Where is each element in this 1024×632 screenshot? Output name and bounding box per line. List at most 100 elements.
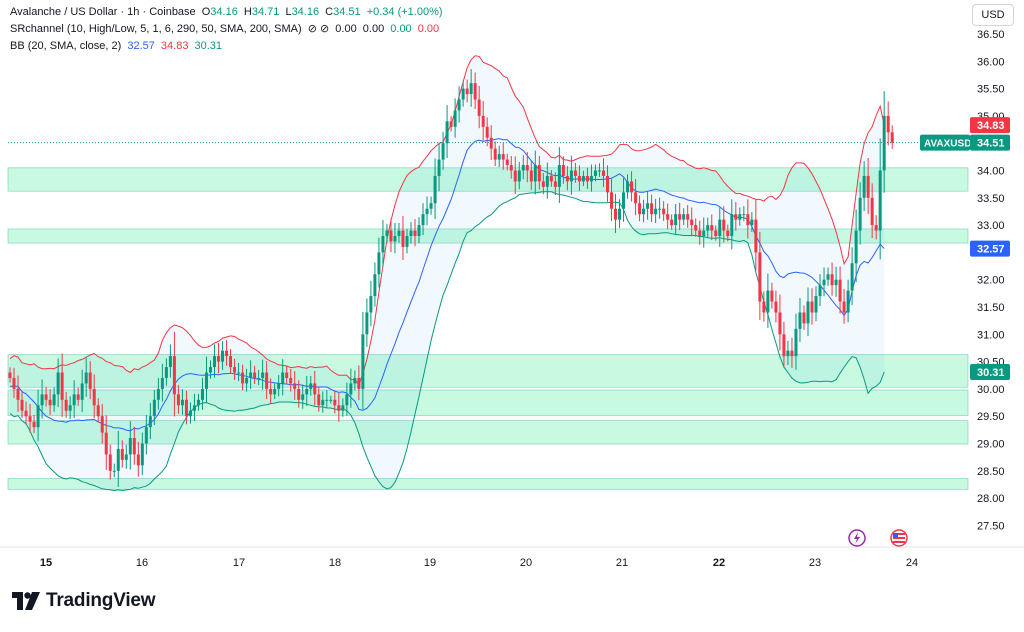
candle-body bbox=[742, 214, 746, 216]
candle-body bbox=[337, 405, 341, 411]
candle-body bbox=[164, 367, 168, 378]
candle-body bbox=[866, 175, 870, 198]
candle-body bbox=[88, 372, 92, 389]
candle-body bbox=[8, 372, 12, 378]
candle-body bbox=[686, 214, 690, 220]
candle-body bbox=[597, 170, 601, 172]
candle-body bbox=[862, 175, 866, 198]
legend-bb-lower: 30.31 bbox=[194, 40, 223, 52]
candle-body bbox=[269, 388, 273, 395]
legend-h-label: H bbox=[243, 6, 252, 18]
candle-body bbox=[325, 399, 329, 401]
x-tick-label: 18 bbox=[329, 557, 341, 569]
candle bbox=[369, 280, 373, 327]
candle-body bbox=[650, 203, 654, 215]
candle-body bbox=[365, 312, 369, 335]
candle-body bbox=[421, 214, 425, 226]
candle-body bbox=[810, 301, 814, 313]
chart-legend: Avalanche / US Dollar · 1h · Coinbase O3… bbox=[10, 4, 446, 55]
legend-bb-basis: 32.57 bbox=[127, 40, 155, 52]
candle-body bbox=[40, 394, 44, 406]
candle-body bbox=[441, 143, 445, 160]
candle-body bbox=[297, 388, 301, 400]
candle-body bbox=[758, 252, 762, 302]
price-tag-2: 32.57 bbox=[970, 240, 1010, 257]
candle-body bbox=[738, 214, 742, 220]
chart-area[interactable]: 36.5036.0035.5035.0034.5034.0033.5033.00… bbox=[0, 0, 1024, 627]
candle-body bbox=[16, 388, 20, 400]
currency-button[interactable]: USD bbox=[972, 4, 1014, 26]
candle-body bbox=[217, 356, 221, 362]
candle-body bbox=[160, 377, 164, 389]
candle-body bbox=[200, 388, 204, 400]
tradingview-logo[interactable]: TradingView bbox=[12, 588, 156, 614]
y-tick-label: 33.00 bbox=[977, 220, 1005, 232]
candle-body bbox=[646, 203, 650, 209]
x-tick-label: 15 bbox=[40, 557, 52, 569]
x-tick-label: 20 bbox=[520, 557, 532, 569]
candle-body bbox=[798, 312, 802, 329]
candle-body bbox=[285, 372, 289, 378]
candle-body bbox=[826, 274, 830, 280]
candle-body bbox=[253, 372, 257, 378]
candle-body bbox=[281, 372, 285, 384]
candle-body bbox=[92, 388, 96, 406]
candle-body bbox=[589, 175, 593, 182]
candle-body bbox=[473, 83, 477, 100]
candle-body bbox=[100, 416, 104, 433]
candle-body bbox=[80, 383, 84, 400]
candle-body bbox=[489, 137, 493, 149]
candle-body bbox=[782, 334, 786, 357]
legend-bb-title: BB (20, SMA, close, 2) bbox=[10, 40, 122, 52]
y-tick-label: 29.00 bbox=[977, 439, 1005, 451]
candle-body bbox=[485, 126, 489, 138]
candle-body bbox=[469, 83, 473, 95]
candle-body bbox=[569, 170, 573, 182]
us-flag-event-icon bbox=[890, 529, 908, 547]
price-tag-symbol: AVAXUSD bbox=[924, 139, 971, 150]
candle-body bbox=[176, 394, 180, 406]
candle-body bbox=[257, 377, 261, 379]
candle-body bbox=[638, 203, 642, 215]
candle-body bbox=[581, 175, 585, 182]
candlestick-chart[interactable]: 36.5036.0035.5035.0034.5034.0033.5033.00… bbox=[0, 0, 1024, 627]
candle-body bbox=[249, 372, 253, 378]
candle-body bbox=[64, 399, 68, 411]
candle-body bbox=[766, 290, 770, 313]
candle-body bbox=[313, 383, 317, 395]
candle-body bbox=[830, 274, 834, 286]
candle-body bbox=[60, 372, 64, 400]
lightning-event-icon bbox=[848, 529, 866, 547]
price-tag-0: 34.83 bbox=[970, 117, 1010, 134]
legend-open: 34.16 bbox=[210, 6, 238, 18]
candle-body bbox=[882, 115, 886, 171]
candle-body bbox=[886, 115, 890, 133]
legend-srchannel-row: SRchannel (10, High/Low, 5, 1, 6, 290, 5… bbox=[10, 21, 446, 38]
price-tag-label: 30.31 bbox=[977, 367, 1005, 379]
candle-body bbox=[786, 350, 790, 357]
candle-body bbox=[878, 170, 882, 231]
candle-body bbox=[730, 214, 734, 237]
legend-o-label: O bbox=[201, 6, 211, 18]
x-tick-label: 16 bbox=[136, 557, 148, 569]
candle-body bbox=[377, 252, 381, 275]
candle-body bbox=[144, 427, 148, 444]
candle-body bbox=[774, 301, 778, 313]
candle-body bbox=[557, 165, 561, 187]
candle-body bbox=[445, 121, 449, 144]
candle-body bbox=[309, 383, 313, 389]
candle-body bbox=[838, 279, 842, 302]
candle-body bbox=[814, 296, 818, 313]
candle-body bbox=[605, 175, 609, 193]
candle-body bbox=[293, 383, 297, 389]
legend-srchannel-v3: 0.00 bbox=[390, 23, 412, 35]
candle-body bbox=[521, 165, 525, 171]
candle-body bbox=[794, 328, 798, 357]
x-tick-label: 22 bbox=[713, 557, 725, 569]
y-tick-label: 31.50 bbox=[977, 302, 1005, 314]
candle bbox=[373, 262, 377, 307]
candle-body bbox=[237, 372, 241, 374]
candle-body bbox=[694, 225, 698, 231]
candle-body bbox=[573, 170, 577, 176]
candle-body bbox=[52, 394, 56, 406]
